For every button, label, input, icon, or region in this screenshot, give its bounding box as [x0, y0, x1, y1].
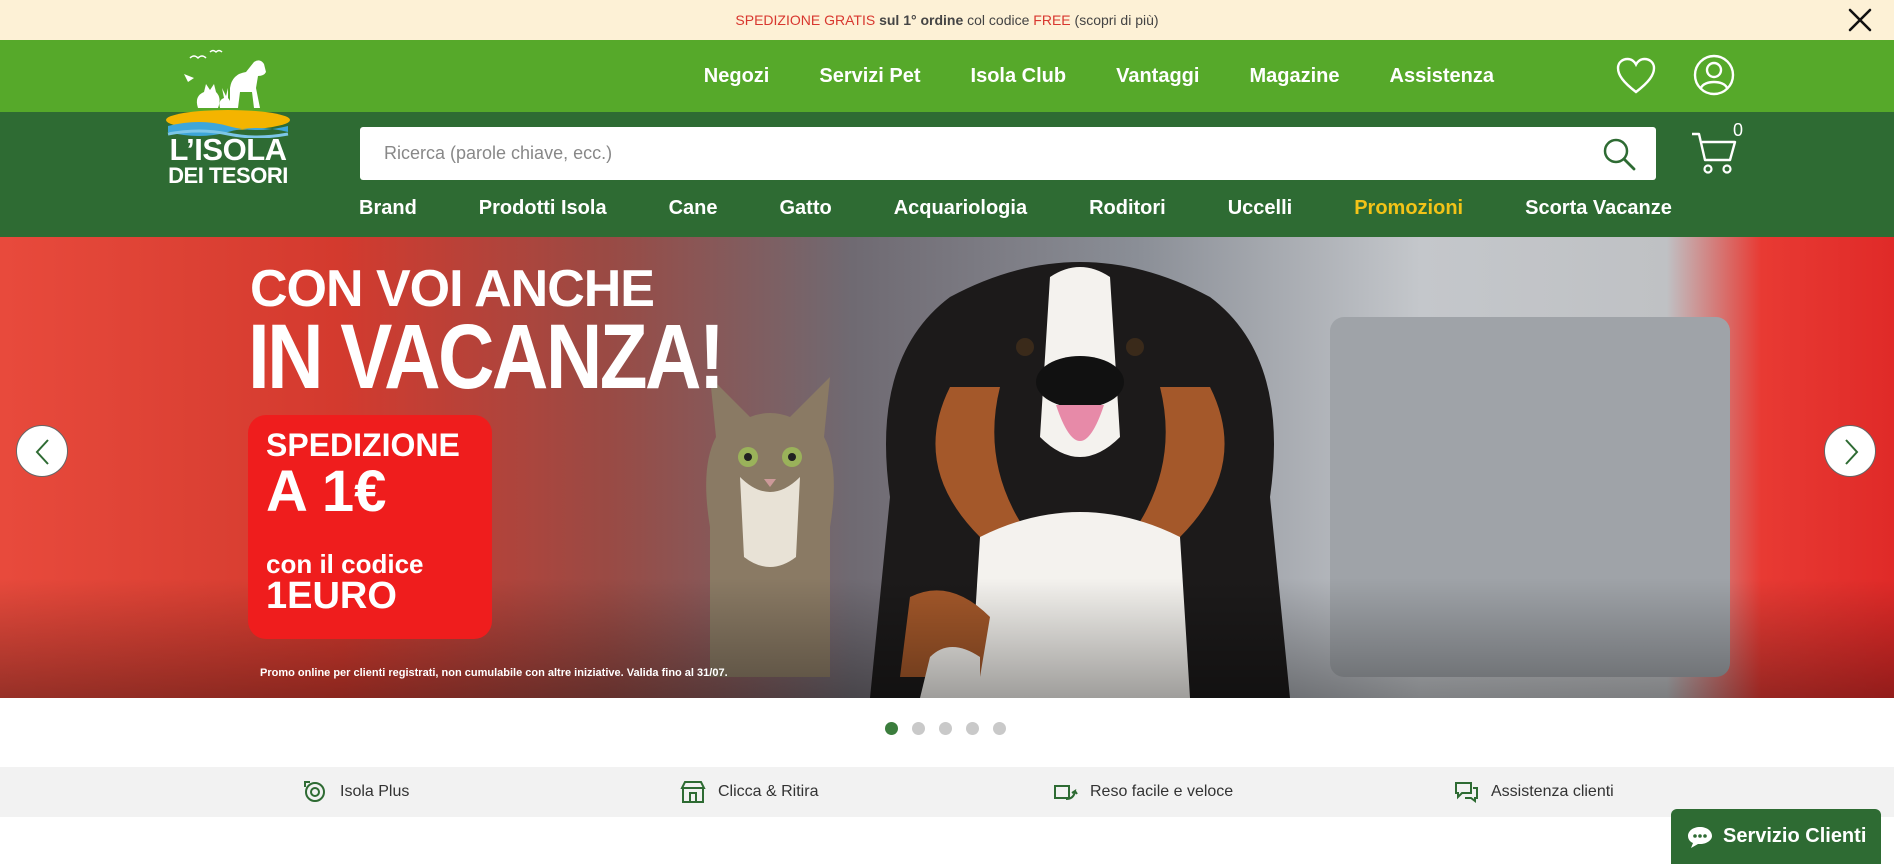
nav-magazine[interactable]: Magazine — [1249, 65, 1339, 88]
logo-animals-icon — [166, 49, 290, 139]
search-bar — [360, 127, 1656, 180]
promo-bar-text[interactable]: SPEDIZIONE GRATIS sul 1° ordine col codi… — [735, 12, 1158, 28]
return-box-icon — [1054, 785, 1078, 800]
category-uccelli[interactable]: Uccelli — [1228, 197, 1292, 220]
site-logo[interactable]: L’ISOLA DEI TESORI — [160, 48, 296, 188]
hero-disclaimer: Promo online per clienti registrati, non… — [260, 667, 728, 679]
chevron-right-icon — [1845, 439, 1859, 465]
user-icon[interactable] — [1693, 54, 1735, 96]
hero-title-line2: IN VACANZA! — [248, 306, 725, 408]
cart-count: 0 — [1733, 120, 1744, 140]
promo-free-shipping: SPEDIZIONE GRATIS — [735, 12, 876, 28]
nav-servizi-pet[interactable]: Servizi Pet — [819, 65, 920, 88]
nav-negozi[interactable]: Negozi — [704, 65, 770, 88]
features-bar: Isola Plus Clicca & Ritira Reso facile e… — [0, 767, 1894, 817]
feature-assistenza[interactable]: Assistenza clienti — [1453, 767, 1614, 817]
offer-line3: con il codice — [266, 549, 424, 579]
hero-banner[interactable]: CON VOI ANCHE IN VACANZA! SPEDIZIONE A 1… — [0, 237, 1894, 698]
search-icon[interactable] — [1602, 137, 1636, 171]
chat-bubbles-icon — [1455, 782, 1478, 803]
offer-line2: A 1€ — [266, 459, 387, 524]
feature-label: Assistenza clienti — [1491, 783, 1614, 800]
feature-reso-facile[interactable]: Reso facile e veloce — [1052, 767, 1233, 817]
category-acquariologia[interactable]: Acquariologia — [894, 197, 1027, 220]
feature-clicca-ritira[interactable]: Clicca & Ritira — [680, 767, 818, 817]
feature-label: Reso facile e veloce — [1090, 783, 1234, 800]
store-icon — [680, 781, 706, 803]
category-roditori[interactable]: Roditori — [1089, 197, 1166, 220]
customer-service-chat-button[interactable]: Servizio Clienti — [1671, 809, 1881, 864]
carousel-dot-2[interactable] — [912, 722, 925, 735]
nav-vantaggi[interactable]: Vantaggi — [1116, 65, 1199, 88]
hero-offer-box: SPEDIZIONE A 1€ con il codice 1EURO — [248, 415, 492, 639]
nav-isola-club[interactable]: Isola Club — [971, 65, 1067, 88]
promo-first-order: sul 1° ordine — [875, 12, 964, 28]
logo-line2: DEI TESORI — [168, 163, 288, 188]
category-prodotti-isola[interactable]: Prodotti Isola — [479, 197, 607, 220]
carousel-prev-button[interactable] — [16, 425, 68, 477]
close-icon[interactable] — [1846, 6, 1874, 34]
logo-line1: L’ISOLA — [169, 132, 287, 167]
category-gatto[interactable]: Gatto — [780, 197, 832, 220]
chevron-left-icon — [35, 439, 49, 465]
logo-text: L’ISOLA DEI TESORI — [160, 134, 296, 187]
heart-icon[interactable] — [1615, 56, 1657, 96]
promo-code-label: col codice — [963, 12, 1034, 28]
offer-line4: 1EURO — [266, 575, 397, 617]
feature-label: Clicca & Ritira — [718, 783, 819, 800]
feature-label: Isola Plus — [340, 783, 410, 800]
nav-assistenza[interactable]: Assistenza — [1390, 65, 1495, 88]
promo-bar[interactable]: SPEDIZIONE GRATIS sul 1° ordine col codi… — [0, 0, 1894, 40]
category-nav: Brand Prodotti Isola Cane Gatto Acquario… — [359, 192, 1672, 224]
category-scorta-vacanze[interactable]: Scorta Vacanze — [1525, 197, 1672, 220]
cart-icon[interactable] — [1690, 130, 1738, 176]
category-cane[interactable]: Cane — [669, 197, 718, 220]
carousel-dot-4[interactable] — [966, 722, 979, 735]
carousel-dot-3[interactable] — [939, 722, 952, 735]
feature-isola-plus[interactable]: Isola Plus — [302, 767, 409, 817]
offer-line1: SPEDIZIONE — [266, 427, 460, 463]
chat-label: Servizio Clienti — [1723, 825, 1867, 847]
top-nav-links: Negozi Servizi Pet Isola Club Vantaggi M… — [704, 40, 1494, 112]
carousel-next-button[interactable] — [1824, 425, 1876, 477]
carousel-dots — [885, 722, 1006, 735]
search-input[interactable] — [384, 127, 1564, 180]
isola-plus-icon — [304, 781, 325, 802]
chat-icon — [1688, 826, 1712, 848]
carousel-dot-5[interactable] — [993, 722, 1006, 735]
category-promozioni[interactable]: Promozioni — [1354, 197, 1463, 220]
carousel-dot-1[interactable] — [885, 722, 898, 735]
promo-discover-link[interactable]: (scopri di più) — [1071, 12, 1159, 28]
promo-code: FREE — [1033, 12, 1071, 28]
category-brand[interactable]: Brand — [359, 197, 417, 220]
